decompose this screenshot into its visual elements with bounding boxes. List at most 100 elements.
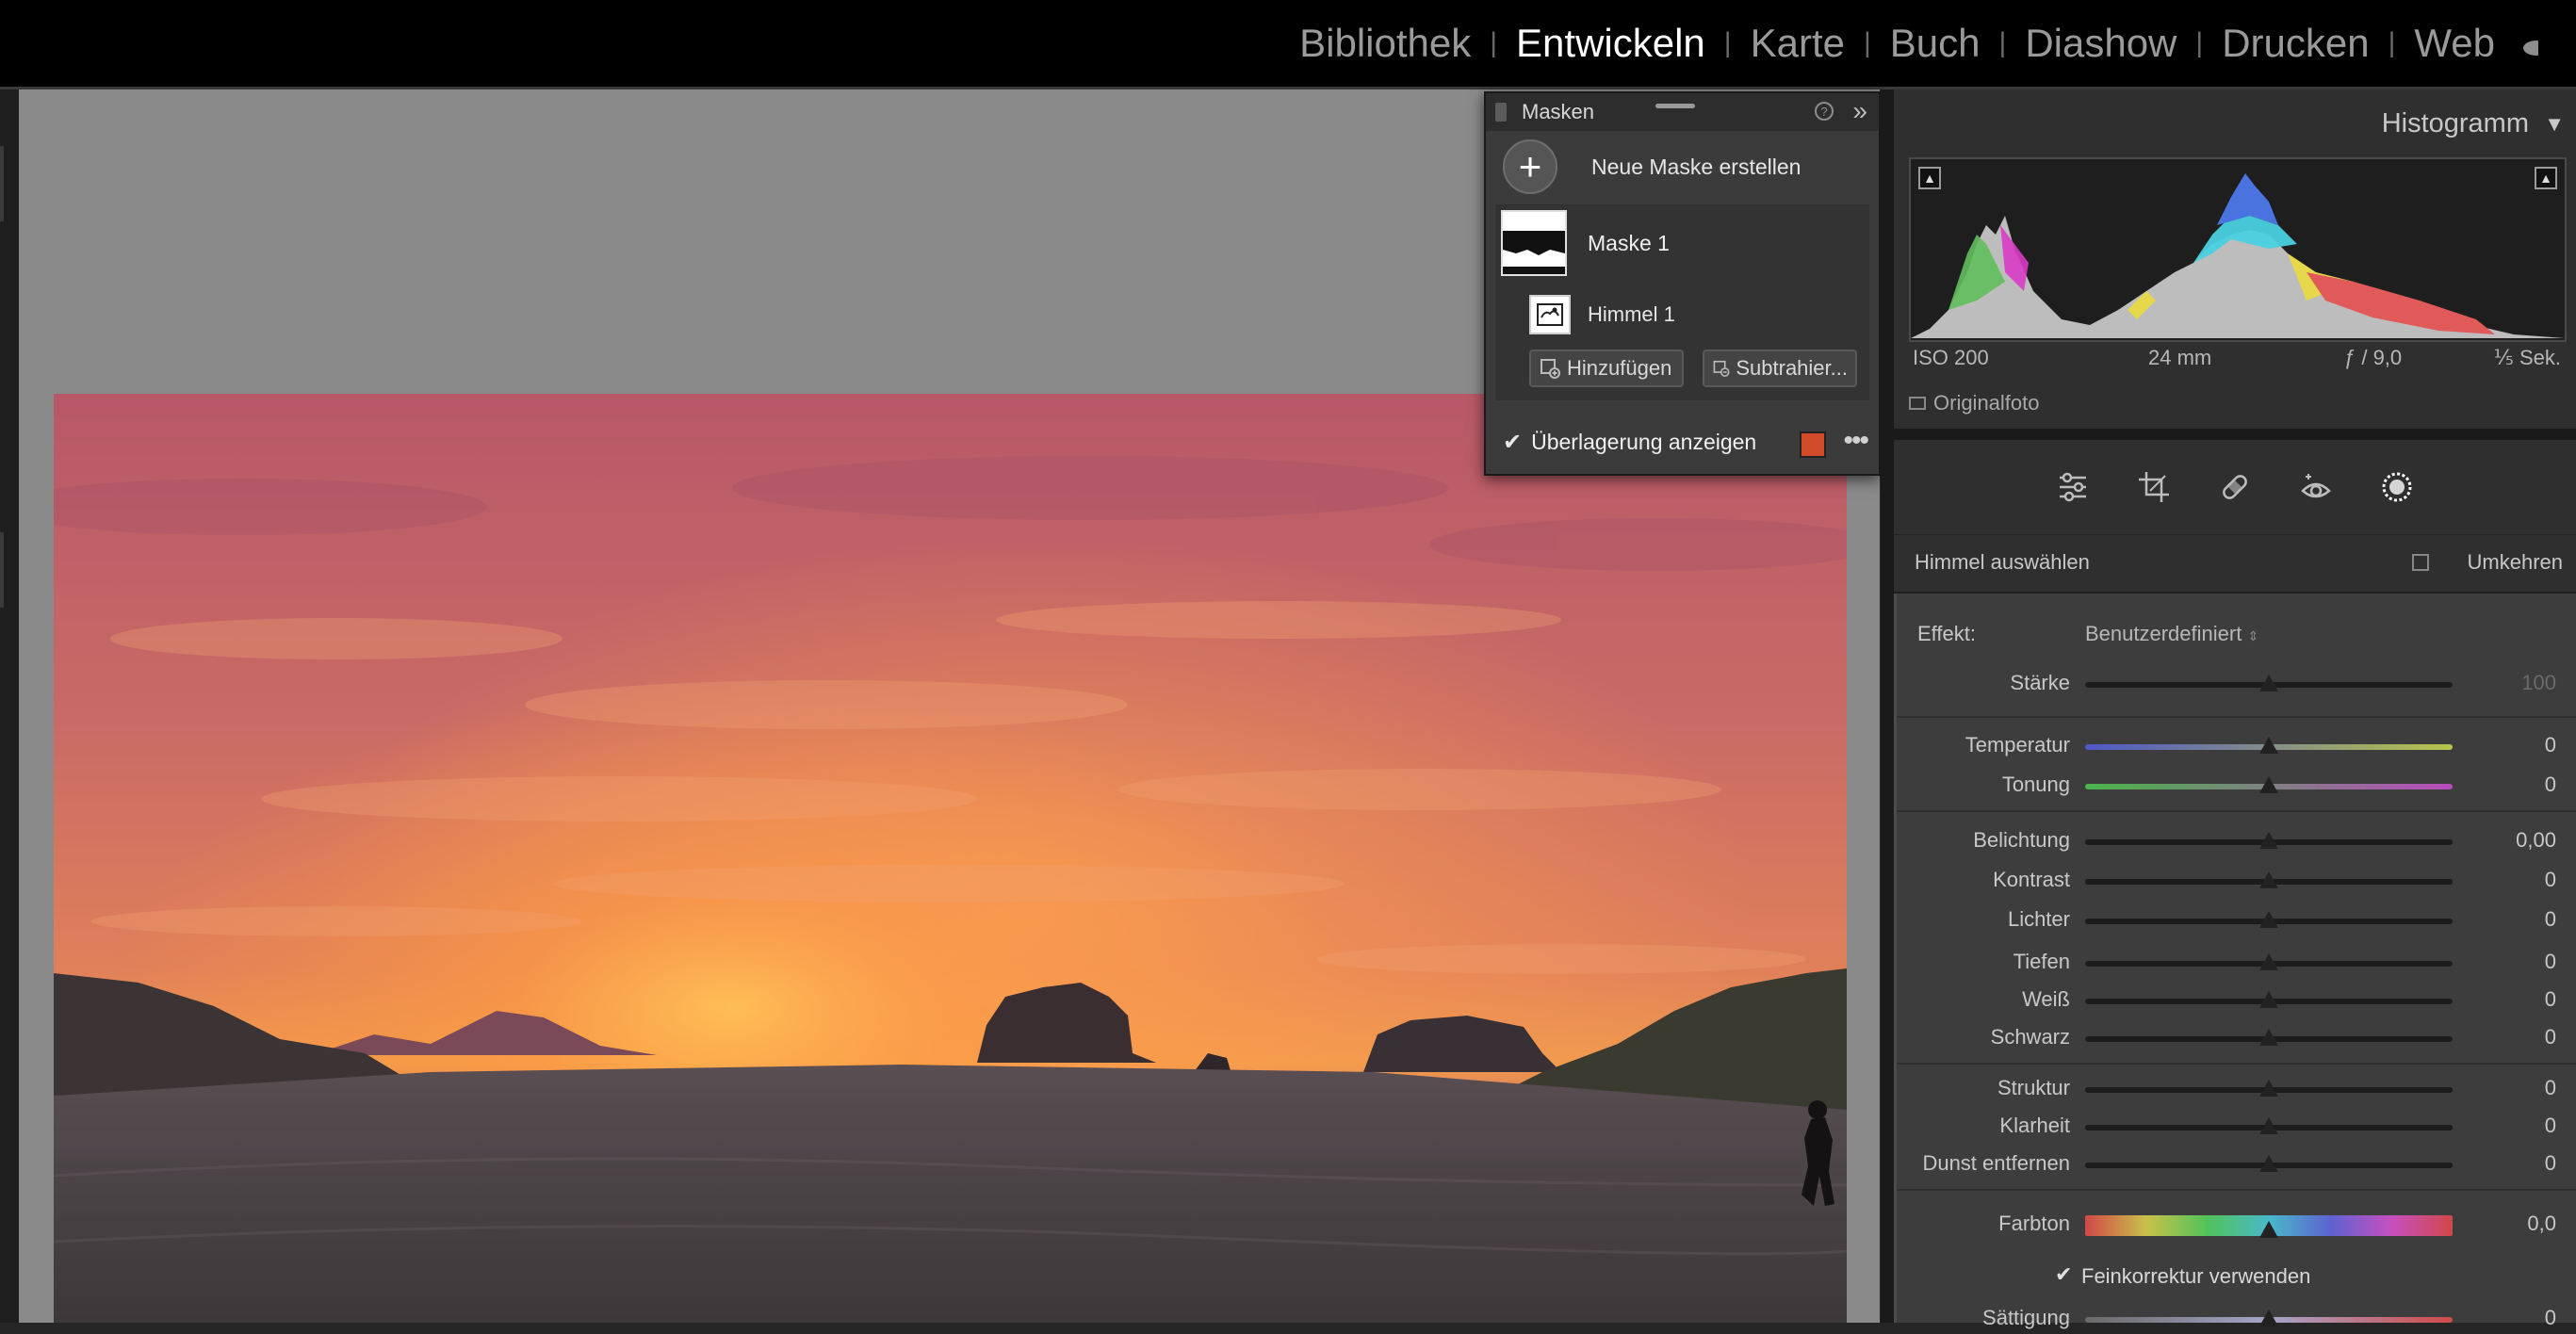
slider-thumb[interactable] — [2259, 675, 2278, 691]
slider-value[interactable]: 0 — [2545, 733, 2556, 757]
slider-thumb[interactable] — [2259, 1221, 2278, 1238]
fine-adjust-row[interactable]: ✔ Feinkorrektur verwenden — [1897, 1262, 2576, 1291]
module-diashow[interactable]: Diashow — [2019, 21, 2182, 66]
overlay-color-swatch[interactable] — [1800, 431, 1826, 458]
mask-name[interactable]: Maske 1 — [1588, 231, 1670, 256]
slider-thumb[interactable] — [2259, 1080, 2278, 1097]
invert-label[interactable]: Umkehren — [2468, 550, 2563, 575]
original-photo-toggle[interactable]: Originalfoto — [1909, 391, 2040, 415]
slider-thumb[interactable] — [2259, 911, 2278, 928]
slider-value[interactable]: 0 — [2545, 1025, 2556, 1049]
masks-panel-header[interactable]: Masken ? » — [1486, 93, 1879, 131]
effect-preset-dropdown[interactable]: Benutzerdefiniert ⇕ — [2085, 622, 2258, 646]
slider-track[interactable] — [2085, 1117, 2453, 1134]
slider-track[interactable] — [2085, 991, 2453, 1008]
masking-icon[interactable] — [2378, 468, 2416, 506]
new-mask-label[interactable]: Neue Maske erstellen — [1591, 155, 1801, 180]
slider-track[interactable] — [2085, 1155, 2453, 1172]
slider-texture[interactable]: Struktur 0 — [1897, 1076, 2576, 1104]
checkbox-checked-icon[interactable]: ✔ — [2055, 1262, 2072, 1287]
slider-value[interactable]: 100 — [2521, 671, 2556, 695]
slider-thumb[interactable] — [2259, 776, 2278, 793]
cloud-icon[interactable] — [2519, 31, 2538, 56]
slider-dehaze[interactable]: Dunst entfernen 0 — [1897, 1151, 2576, 1179]
shadow-clipping-indicator[interactable]: ▲ — [1918, 167, 1941, 189]
slider-track[interactable] — [2085, 953, 2453, 970]
module-bibliothek[interactable]: Bibliothek — [1294, 21, 1476, 66]
panel-grip-icon[interactable] — [1655, 104, 1695, 108]
histogram-title[interactable]: Histogramm — [2382, 108, 2529, 139]
original-photo-checkbox[interactable] — [1909, 397, 1926, 410]
red-eye-icon[interactable] — [2297, 468, 2335, 506]
photo-preview[interactable] — [54, 394, 1847, 1323]
slider-value[interactable]: 0 — [2545, 1306, 2556, 1330]
slider-value[interactable]: 0 — [2545, 868, 2556, 892]
slider-track[interactable] — [2085, 1215, 2453, 1238]
help-circle-icon[interactable]: ? — [1815, 102, 1834, 121]
slider-track[interactable] — [2085, 737, 2453, 754]
slider-track[interactable] — [2085, 776, 2453, 793]
slider-value[interactable]: 0 — [2545, 1151, 2556, 1176]
slider-thumb[interactable] — [2259, 1117, 2278, 1134]
slider-tint[interactable]: Tonung 0 — [1897, 773, 2576, 801]
mask-component-name[interactable]: Himmel 1 — [1588, 302, 1675, 327]
edit-sliders-icon[interactable] — [2054, 468, 2092, 506]
slider-track[interactable] — [2085, 1029, 2453, 1046]
slider-track[interactable] — [2085, 1080, 2453, 1097]
module-karte[interactable]: Karte — [1745, 21, 1850, 66]
slider-shadows[interactable]: Tiefen 0 — [1897, 950, 2576, 978]
add-to-mask-button[interactable]: Hinzufügen — [1529, 350, 1684, 387]
slider-value[interactable]: 0,00 — [2516, 828, 2556, 853]
slider-thumb[interactable] — [2259, 1155, 2278, 1172]
module-web[interactable]: Web — [2408, 21, 2501, 66]
sky-icon[interactable] — [1529, 295, 1571, 334]
slider-track[interactable] — [2085, 1310, 2453, 1326]
double-chevron-right-icon[interactable]: » — [1852, 96, 1867, 126]
slider-track[interactable] — [2085, 832, 2453, 849]
slider-amount[interactable]: Stärke 100 — [1897, 671, 2576, 699]
slider-value[interactable]: 0 — [2545, 987, 2556, 1012]
histogram[interactable]: ▲ ▲ — [1909, 157, 2567, 342]
slider-clarity[interactable]: Klarheit 0 — [1897, 1114, 2576, 1142]
slider-thumb[interactable] — [2259, 737, 2278, 754]
highlight-clipping-indicator[interactable]: ▲ — [2535, 167, 2557, 189]
show-overlay-label[interactable]: Überlagerung anzeigen — [1531, 430, 1756, 455]
slider-track[interactable] — [2085, 871, 2453, 888]
slider-saturation[interactable]: Sättigung 0 — [1897, 1306, 2576, 1334]
module-buch[interactable]: Buch — [1884, 21, 1986, 66]
slider-value[interactable]: 0 — [2545, 1114, 2556, 1138]
slider-contrast[interactable]: Kontrast 0 — [1897, 868, 2576, 896]
invert-checkbox[interactable] — [2412, 554, 2429, 571]
histogram-header[interactable]: Histogramm ▼ — [1894, 89, 2576, 154]
slider-value[interactable]: 0 — [2545, 773, 2556, 797]
slider-value[interactable]: 0 — [2545, 907, 2556, 932]
slider-track[interactable] — [2085, 675, 2453, 691]
slider-highlights[interactable]: Lichter 0 — [1897, 907, 2576, 935]
fine-adjust-label[interactable]: Feinkorrektur verwenden — [2081, 1264, 2310, 1289]
more-options-icon[interactable]: ••• — [1843, 425, 1868, 457]
slider-whites[interactable]: Weiß 0 — [1897, 987, 2576, 1016]
original-photo-label[interactable]: Originalfoto — [1933, 391, 2040, 415]
slider-value[interactable]: 0 — [2545, 950, 2556, 974]
slider-exposure[interactable]: Belichtung 0,00 — [1897, 828, 2576, 856]
module-drucken[interactable]: Drucken — [2216, 21, 2374, 66]
healing-icon[interactable] — [2216, 468, 2254, 506]
slider-value[interactable]: 0 — [2545, 1076, 2556, 1100]
slider-track[interactable] — [2085, 911, 2453, 928]
subtract-from-mask-button[interactable]: Subtrahier... — [1703, 350, 1857, 387]
slider-thumb[interactable] — [2259, 1029, 2278, 1046]
slider-hue[interactable]: Farbton 0,0 — [1897, 1212, 2576, 1240]
mask-thumbnail[interactable] — [1501, 210, 1567, 276]
collapse-triangle-icon[interactable]: ▼ — [2544, 112, 2565, 137]
slider-value[interactable]: 0,0 — [2527, 1212, 2556, 1236]
slider-thumb[interactable] — [2259, 991, 2278, 1008]
slider-thumb[interactable] — [2259, 871, 2278, 888]
panel-drag-handle[interactable] — [1495, 103, 1507, 122]
slider-thumb[interactable] — [2259, 1310, 2278, 1326]
slider-temperature[interactable]: Temperatur 0 — [1897, 733, 2576, 761]
left-panel-edge[interactable] — [0, 89, 19, 1323]
new-mask-button[interactable]: + — [1503, 139, 1557, 194]
crop-icon[interactable] — [2135, 468, 2173, 506]
slider-thumb[interactable] — [2259, 953, 2278, 970]
checkbox-checked-icon[interactable]: ✔ — [1503, 429, 1522, 456]
